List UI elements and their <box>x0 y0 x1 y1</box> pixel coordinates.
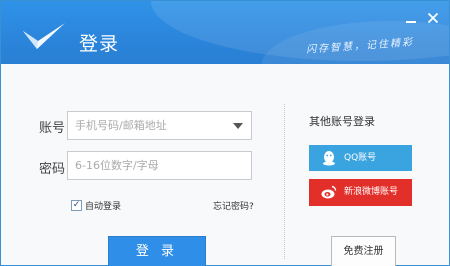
auto-login-checkbox[interactable]: ✓ <box>71 200 82 211</box>
account-input[interactable]: 手机号码/邮箱地址 <box>67 111 252 140</box>
dropdown-arrow-icon[interactable] <box>233 123 243 129</box>
account-placeholder: 手机号码/邮箱地址 <box>75 119 167 132</box>
password-placeholder: 6-16位数字/字母 <box>75 159 159 172</box>
divider <box>284 104 285 259</box>
weibo-eye-icon <box>321 185 337 199</box>
minimize-button[interactable] <box>404 11 418 25</box>
qq-login-label: QQ账号 <box>344 153 377 163</box>
login-window: 登录 闪存智慧，记住精彩 账号 手机号码/邮箱地址 密码 6-16位数字/字母 … <box>0 0 450 266</box>
login-button[interactable]: 登 录 <box>108 236 206 266</box>
qq-login-button[interactable]: QQ账号 <box>309 145 412 171</box>
forgot-password-link[interactable]: 忘记密码? <box>213 199 254 212</box>
close-button[interactable] <box>426 11 440 25</box>
window-title: 登录 <box>79 33 120 55</box>
other-login-title: 其他账号登录 <box>309 115 375 128</box>
qq-penguin-icon <box>323 151 335 166</box>
close-icon <box>427 12 439 24</box>
auto-login-label[interactable]: 自动登录 <box>85 199 121 212</box>
account-label: 账号 <box>39 121 66 136</box>
title-bar: 登录 闪存智慧，记住精彩 <box>1 1 449 64</box>
password-label: 密码 <box>39 162 66 177</box>
weibo-login-label: 新浪微博账号 <box>344 187 399 197</box>
register-button[interactable]: 免费注册 <box>331 236 396 266</box>
weibo-login-button[interactable]: 新浪微博账号 <box>309 179 412 206</box>
checkmark-logo-icon <box>23 23 65 49</box>
minimize-icon <box>406 21 416 23</box>
password-input[interactable]: 6-16位数字/字母 <box>67 151 252 180</box>
